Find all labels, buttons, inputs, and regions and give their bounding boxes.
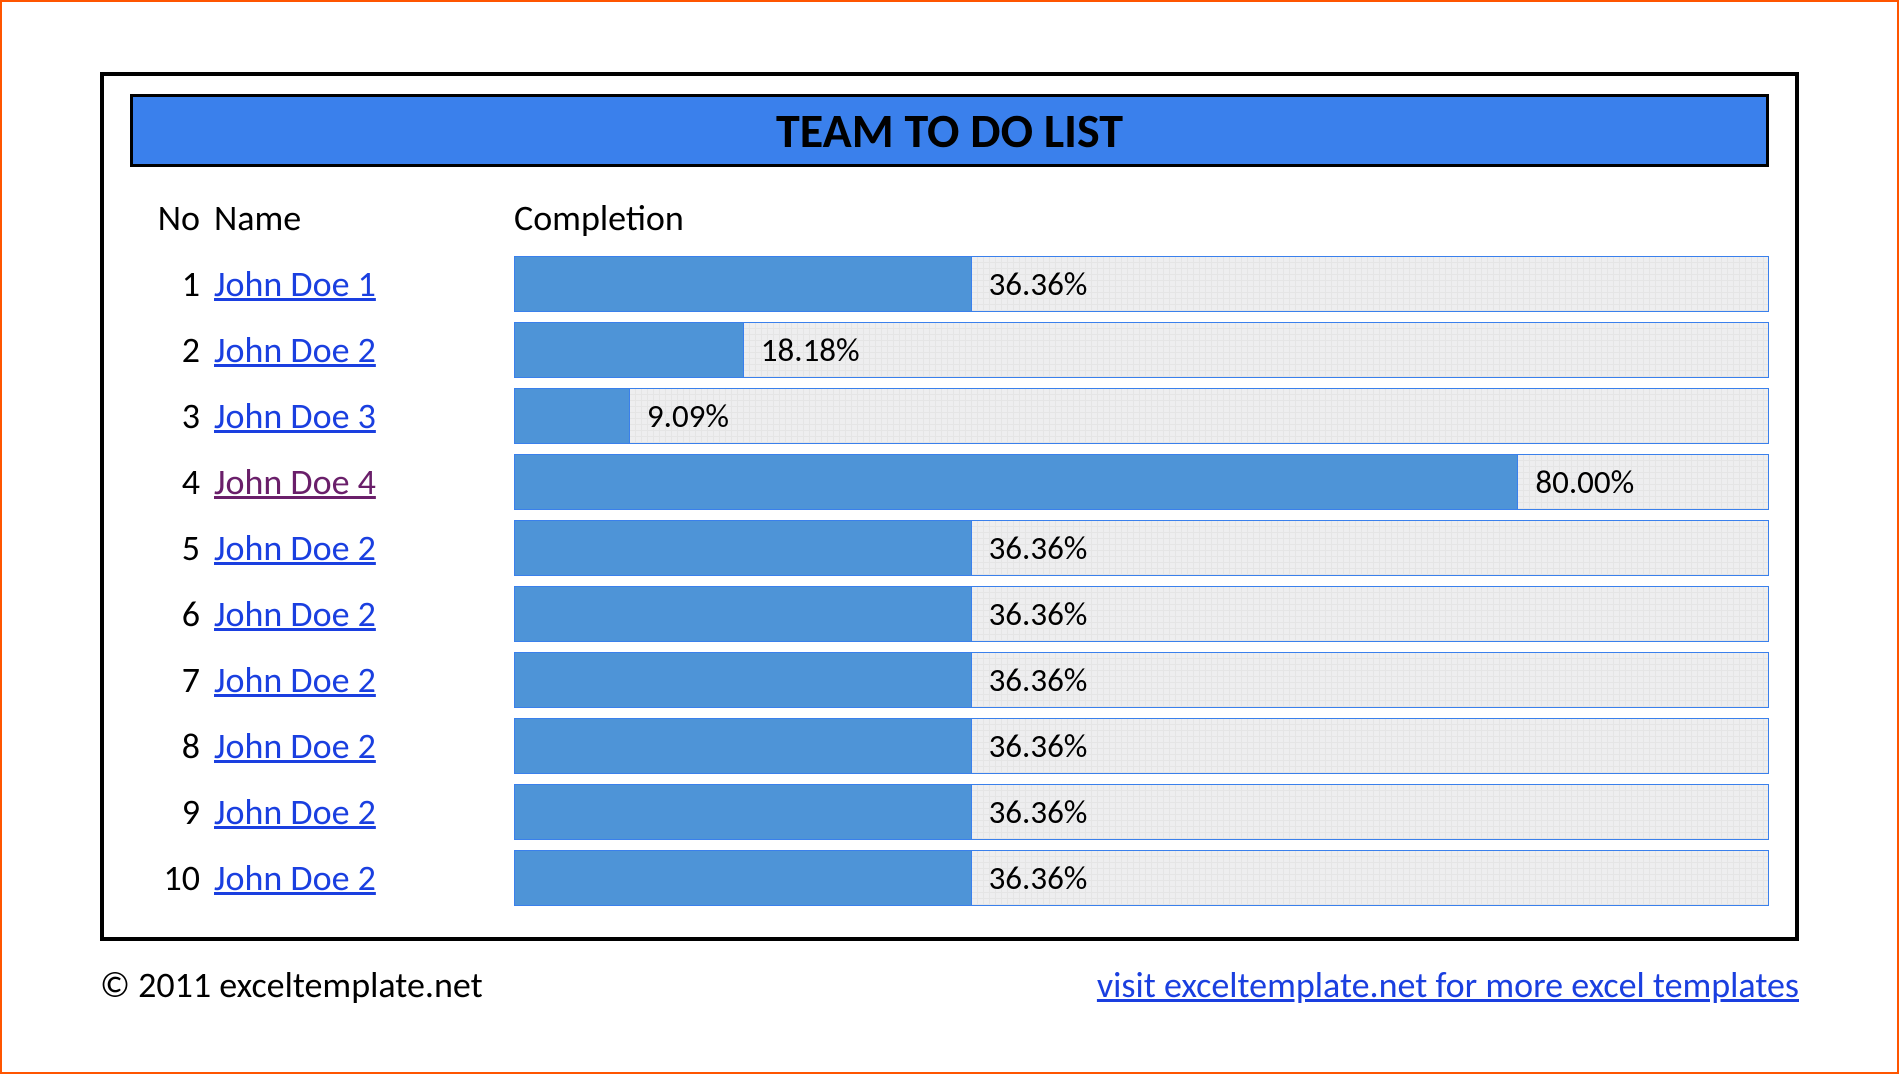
progress-fill [515, 389, 630, 443]
row-no: 9 [130, 790, 214, 834]
member-link[interactable]: John Doe 2 [214, 328, 376, 372]
progress-label: 36.36% [971, 726, 1088, 766]
row-completion: 18.18% [514, 322, 1769, 378]
progress-bar: 18.18% [514, 322, 1769, 378]
member-link[interactable]: John Doe 2 [214, 526, 376, 570]
row-name: John Doe 2 [214, 724, 514, 768]
row-completion: 80.00% [514, 454, 1769, 510]
member-link[interactable]: John Doe 2 [214, 790, 376, 834]
row-name: John Doe 2 [214, 526, 514, 570]
member-link[interactable]: John Doe 1 [214, 262, 376, 306]
row-name: John Doe 2 [214, 790, 514, 834]
frame: TEAM TO DO LIST No Name Completion 1John… [0, 0, 1899, 1074]
row-no: 10 [130, 856, 214, 900]
row-name: John Doe 3 [214, 394, 514, 438]
progress-label: 36.36% [971, 264, 1088, 304]
row-completion: 36.36% [514, 586, 1769, 642]
row-completion: 36.36% [514, 256, 1769, 312]
member-link[interactable]: John Doe 2 [214, 856, 376, 900]
progress-fill [515, 323, 744, 377]
panel: TEAM TO DO LIST No Name Completion 1John… [100, 72, 1799, 941]
row-no: 1 [130, 262, 214, 306]
progress-fill [515, 851, 972, 905]
progress-label: 36.36% [971, 528, 1088, 568]
table-row: 5John Doe 2 36.36% [130, 515, 1769, 581]
member-link[interactable]: John Doe 2 [214, 658, 376, 702]
progress-bar: 36.36% [514, 850, 1769, 906]
more-templates-link[interactable]: visit exceltemplate.net for more excel t… [1097, 963, 1799, 1007]
row-name: John Doe 2 [214, 592, 514, 636]
row-no: 4 [130, 460, 214, 504]
row-completion: 36.36% [514, 784, 1769, 840]
progress-bar: 36.36% [514, 256, 1769, 312]
header-completion: Completion [514, 196, 1769, 240]
member-link[interactable]: John Doe 4 [214, 460, 376, 504]
row-no: 5 [130, 526, 214, 570]
progress-bar: 36.36% [514, 586, 1769, 642]
progress-label: 36.36% [971, 660, 1088, 700]
progress-fill [515, 587, 972, 641]
member-link[interactable]: John Doe 3 [214, 394, 376, 438]
header-name: Name [214, 196, 514, 240]
row-no: 8 [130, 724, 214, 768]
table-row: 1John Doe 1 36.36% [130, 251, 1769, 317]
row-name: John Doe 2 [214, 658, 514, 702]
row-completion: 36.36% [514, 652, 1769, 708]
table-row: 3John Doe 3 9.09% [130, 383, 1769, 449]
progress-label: 36.36% [971, 792, 1088, 832]
row-name: John Doe 4 [214, 460, 514, 504]
progress-fill [515, 653, 972, 707]
progress-bar: 36.36% [514, 520, 1769, 576]
progress-fill [515, 785, 972, 839]
todo-table: No Name Completion 1John Doe 136.36%2Joh… [130, 185, 1769, 911]
progress-label: 80.00% [1517, 462, 1634, 502]
copyright-text: © 2011 exceltemplate.net [100, 963, 483, 1007]
progress-label: 18.18% [743, 330, 860, 370]
progress-bar: 9.09% [514, 388, 1769, 444]
progress-bar: 80.00% [514, 454, 1769, 510]
member-link[interactable]: John Doe 2 [214, 592, 376, 636]
progress-label: 9.09% [629, 396, 729, 436]
table-row: 4John Doe 4 80.00% [130, 449, 1769, 515]
progress-fill [515, 455, 1518, 509]
row-no: 2 [130, 328, 214, 372]
progress-label: 36.36% [971, 858, 1088, 898]
row-name: John Doe 2 [214, 856, 514, 900]
row-no: 7 [130, 658, 214, 702]
row-completion: 36.36% [514, 520, 1769, 576]
title-bar: TEAM TO DO LIST [130, 94, 1769, 167]
row-no: 6 [130, 592, 214, 636]
progress-bar: 36.36% [514, 784, 1769, 840]
row-completion: 36.36% [514, 718, 1769, 774]
progress-fill [515, 521, 972, 575]
progress-bar: 36.36% [514, 718, 1769, 774]
table-row: 9John Doe 2 36.36% [130, 779, 1769, 845]
progress-bar: 36.36% [514, 652, 1769, 708]
footer: © 2011 exceltemplate.net visit exceltemp… [100, 963, 1799, 1007]
table-row: 7John Doe 2 36.36% [130, 647, 1769, 713]
table-row: 6John Doe 2 36.36% [130, 581, 1769, 647]
progress-fill [515, 257, 972, 311]
progress-fill [515, 719, 972, 773]
row-completion: 36.36% [514, 850, 1769, 906]
member-link[interactable]: John Doe 2 [214, 724, 376, 768]
table-row: 10John Doe 2 36.36% [130, 845, 1769, 911]
row-no: 3 [130, 394, 214, 438]
row-completion: 9.09% [514, 388, 1769, 444]
table-row: 8John Doe 2 36.36% [130, 713, 1769, 779]
row-name: John Doe 2 [214, 328, 514, 372]
row-name: John Doe 1 [214, 262, 514, 306]
header-no: No [130, 196, 214, 240]
progress-label: 36.36% [971, 594, 1088, 634]
page-title: TEAM TO DO LIST [776, 101, 1123, 160]
table-row: 2John Doe 2 18.18% [130, 317, 1769, 383]
table-header: No Name Completion [130, 185, 1769, 251]
